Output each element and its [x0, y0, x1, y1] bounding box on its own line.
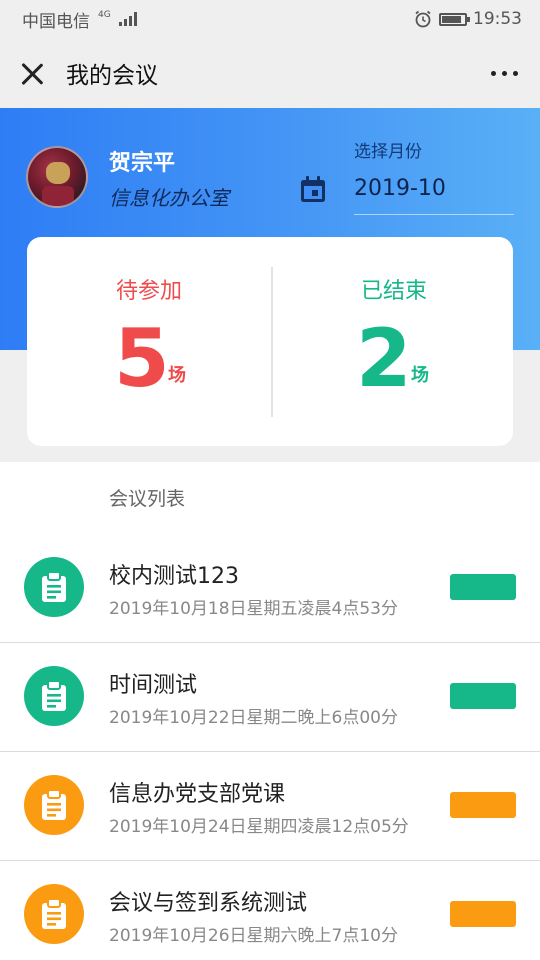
done-label: 已结束 [360, 279, 427, 304]
pending-unit: 场 [168, 365, 186, 386]
pending-count: 5 [114, 312, 170, 405]
list-item[interactable]: 信息办党支部党课 2019年10月24日星期四凌晨12点05分 待参加 [0, 752, 540, 861]
card-divider [271, 267, 273, 417]
page-title: 我的会议 [66, 63, 158, 89]
status-bar-right: 19:53 [413, 9, 522, 29]
battery-level [442, 15, 461, 23]
pending-stat[interactable]: 待参加 [49, 273, 249, 305]
clipboard-icon [24, 884, 84, 944]
summary-card: 待参加 5 场 已结束 2 场 [27, 237, 513, 446]
top-bar: 我的会议 [0, 38, 540, 108]
carrier-name: 中国电信 [22, 11, 90, 32]
month-picker-underline [354, 214, 514, 215]
list-item[interactable]: 时间测试 2019年10月22日星期二晚上6点00分 已结束 [0, 643, 540, 752]
status-bar-left: 中国电信 4G [22, 7, 137, 32]
month-picker-label: 选择月份 [354, 142, 422, 162]
meeting-time: 2019年10月22日星期二晚上6点00分 [109, 708, 398, 728]
meeting-title: 信息办党支部党课 [109, 782, 286, 807]
battery-icon [439, 12, 470, 26]
avatar[interactable] [26, 146, 88, 208]
status-bar: 中国电信 4G 19:53 [0, 0, 540, 38]
calendar-icon[interactable] [298, 174, 328, 204]
status-badge: 已结束 [449, 683, 516, 709]
list-item[interactable]: 会议与签到系统测试 2019年10月26日星期六晚上7点10分 待参加 [0, 861, 540, 960]
user-department: 信息化办公室 [109, 186, 229, 210]
status-badge: 待参加 [449, 901, 516, 927]
alarm-icon [415, 10, 431, 28]
list-title: 会议列表 [109, 488, 186, 510]
done-unit: 场 [411, 365, 429, 386]
clock: 19:53 [473, 9, 522, 29]
done-count: 2 [356, 312, 412, 405]
clipboard-icon [24, 666, 84, 726]
meeting-list: 校内测试123 2019年10月18日星期五凌晨4点53分 已结束 时间测试 2… [0, 534, 540, 960]
meeting-title: 时间测试 [109, 673, 198, 698]
clipboard-icon [24, 775, 84, 835]
meeting-title: 会议与签到系统测试 [109, 891, 308, 916]
more-icon[interactable] [487, 61, 522, 86]
meeting-time: 2019年10月24日星期四凌晨12点05分 [109, 817, 409, 837]
meeting-title: 校内测试123 [109, 564, 239, 589]
list-item[interactable]: 校内测试123 2019年10月18日星期五凌晨4点53分 已结束 [0, 534, 540, 643]
status-badge: 待参加 [449, 792, 516, 818]
done-stat[interactable]: 已结束 [294, 273, 494, 305]
network-type: 4G [98, 9, 111, 20]
month-picker-value[interactable]: 2019-10 [354, 176, 446, 201]
meeting-time: 2019年10月18日星期五凌晨4点53分 [109, 599, 398, 619]
clipboard-icon [24, 557, 84, 617]
close-icon[interactable] [18, 59, 46, 87]
signal-icon [118, 12, 137, 26]
status-badge: 已结束 [449, 574, 516, 600]
meeting-time: 2019年10月26日星期六晚上7点10分 [109, 926, 398, 946]
pending-label: 待参加 [115, 279, 182, 304]
user-name: 贺宗平 [109, 151, 176, 176]
